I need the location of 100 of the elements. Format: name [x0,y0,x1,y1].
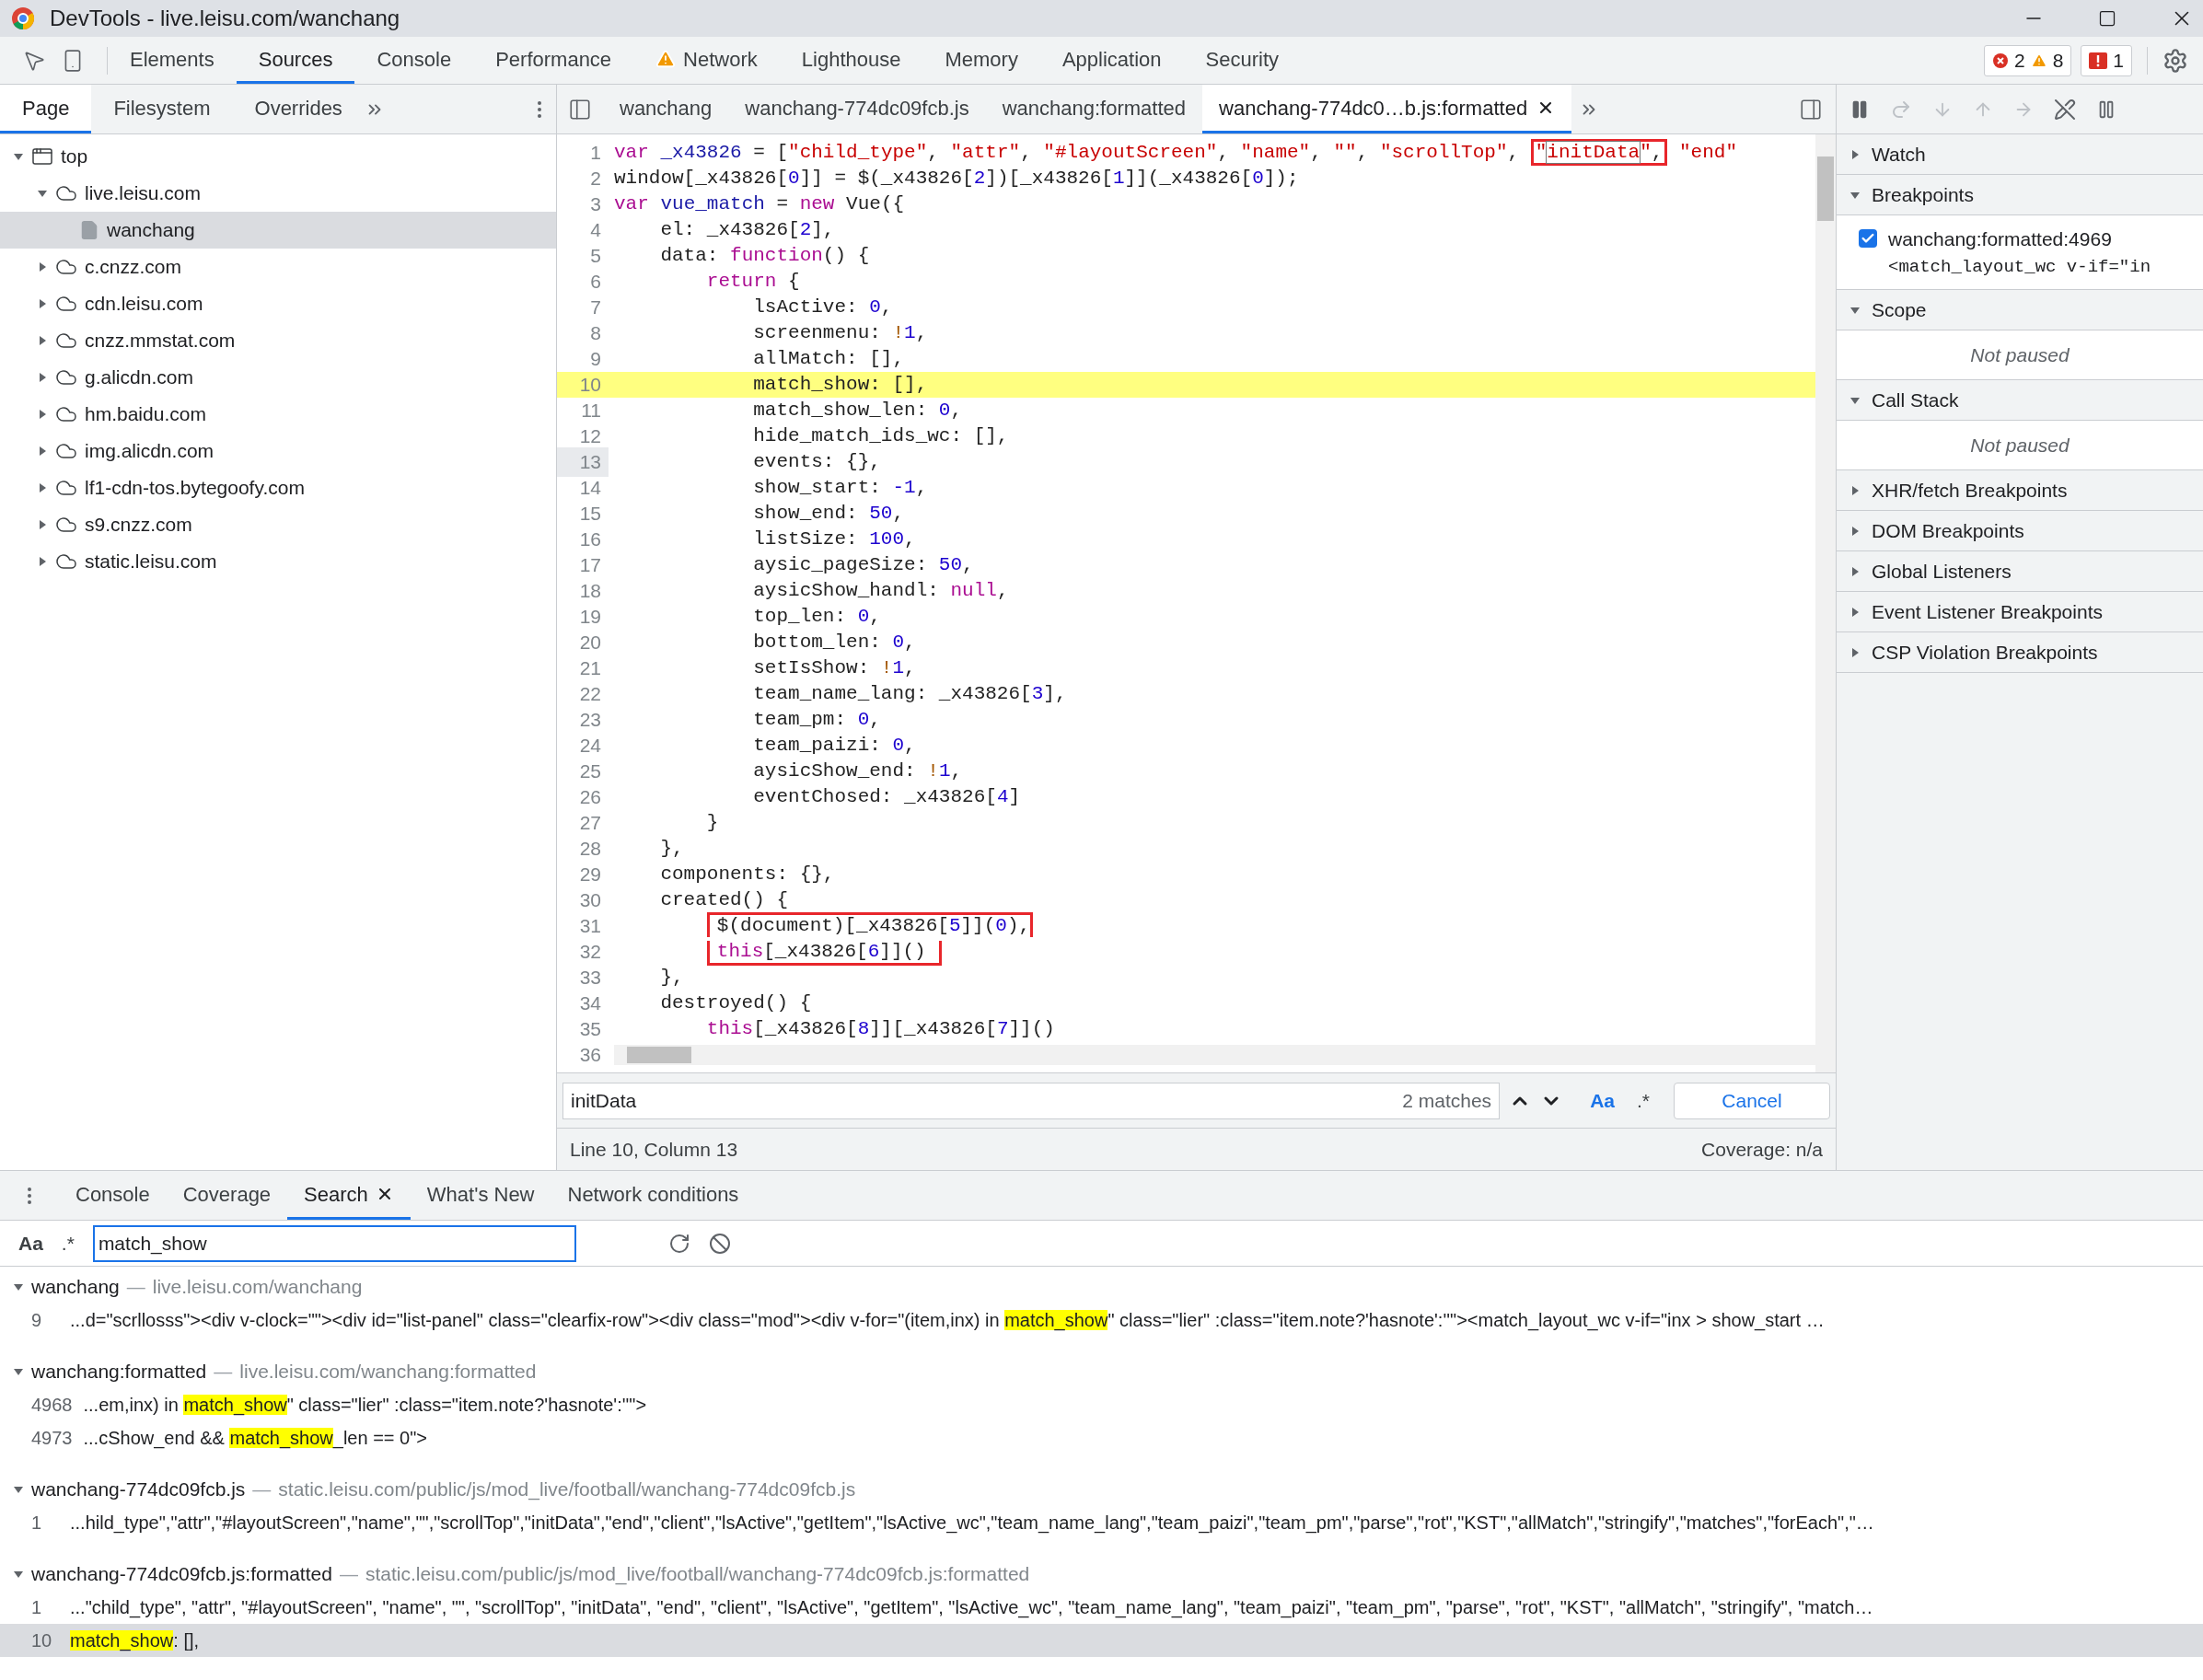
collapsed-arrow-icon[interactable] [1849,484,1861,496]
tree-item[interactable]: static.leisu.com [0,543,556,580]
tree-item[interactable]: g.alicdn.com [0,359,556,396]
file-tab[interactable]: wanchang-774dc0…b.js:formatted [1202,85,1572,133]
expanded-arrow-icon[interactable] [13,1569,24,1580]
maximize-icon[interactable] [2098,9,2116,28]
panel-tab[interactable]: Console [354,37,474,84]
vertical-scrollbar[interactable] [1815,134,1836,1072]
collapsed-arrow-icon[interactable] [37,409,48,420]
collapsed-arrow-icon[interactable] [37,446,48,457]
tree-item[interactable]: cnzz.mmstat.com [0,322,556,359]
code-line: destroyed() { [659,992,812,1014]
panel-tab[interactable]: Network [633,37,780,84]
expanded-arrow-icon[interactable] [13,151,24,162]
navigator-tab[interactable]: Page [0,85,92,133]
expanded-arrow-icon[interactable] [13,1366,24,1377]
line-number: 17 [578,553,602,578]
code-line: lsActive: 0, [752,296,893,319]
breakpoint-checkbox[interactable] [1859,229,1877,248]
settings-icon[interactable] [2162,47,2188,74]
drawer-tab[interactable]: Search [287,1171,411,1220]
deactivate-breakpoints-icon[interactable] [2054,98,2076,121]
issues-counter[interactable]: 1 [2081,44,2132,76]
tree-item[interactable]: lf1-cdn-tos.bytegoofy.com [0,469,556,506]
collapsed-arrow-icon[interactable] [37,261,48,272]
file-tab[interactable]: wanchang [603,85,729,133]
collapsed-arrow-icon[interactable] [1849,606,1861,618]
horizontal-scrollbar[interactable] [614,1045,1815,1065]
annotation-box: $(document)[_x43826[5]](0), [706,912,1034,938]
collapsed-arrow-icon[interactable] [37,556,48,567]
expanded-arrow-icon[interactable] [37,188,48,199]
tree-item[interactable]: img.alicdn.com [0,433,556,469]
panel-tab[interactable]: Lighthouse [779,37,923,84]
match-count: 2 matches [1402,1088,1492,1113]
code-line: screenmenu: !1, [752,322,928,344]
drawer-tab[interactable]: Console [59,1171,167,1220]
code-line: match_show: [], [752,374,928,396]
tree-item[interactable]: top [0,138,556,175]
file-tab[interactable]: wanchang:formatted [985,85,1203,133]
line-number: 20 [578,631,602,655]
issue-count: 1 [2113,48,2124,73]
match-case-toggle[interactable]: Aa [18,1228,43,1258]
clear-icon[interactable] [708,1232,731,1255]
tree-item[interactable]: live.leisu.com [0,175,556,212]
line-number: 33 [578,966,602,991]
drawer-tab[interactable]: Coverage [166,1171,288,1220]
drawer-tab[interactable]: What's New [410,1171,551,1220]
line-number: 25 [578,759,602,784]
collapsed-arrow-icon[interactable] [37,298,48,309]
result-file-header[interactable]: wanchang:formatted — live.leisu.com/wanchang:formatted [0,1355,2203,1388]
regex-toggle[interactable]: .* [61,1228,75,1258]
tree-item[interactable]: hm.baidu.com [0,396,556,433]
line-number: 22 [578,682,602,707]
panel-tab[interactable]: Elements [108,37,237,84]
issue-counter[interactable]: 2 8 [1983,44,2072,76]
collapsed-arrow-icon[interactable] [37,519,48,530]
line-number: 4968 [31,1394,73,1417]
find-field[interactable]: initData 2 matches [562,1082,1501,1119]
tree-item[interactable]: wanchang [0,212,556,249]
code-line: "end" [1678,142,1737,164]
search-result[interactable]: 4968 ...em,inx) in match_show" class="lier" :class="item.note?'hasnote':''"> [0,1388,2203,1421]
result-file-header[interactable]: wanchang — live.leisu.com/wanchang [0,1270,2203,1303]
expanded-arrow-icon[interactable] [13,1281,24,1292]
cancel-button[interactable]: Cancel [1674,1082,1830,1119]
collapsed-arrow-icon[interactable] [1849,646,1861,658]
collapsed-arrow-icon[interactable] [37,335,48,346]
drawer-tab[interactable]: Network conditions [551,1171,756,1220]
result-file-header[interactable]: wanchang-774dc09fcb.js:formatted — static.leisu.com/public/js/mod_live/football/wanchang-774dc09fcb.js:formatted [0,1558,2203,1591]
search-field[interactable]: match_show [92,1224,576,1262]
collapsed-arrow-icon[interactable] [1849,565,1861,577]
line-number: 1 [31,1596,43,1619]
expanded-arrow-icon[interactable] [13,1484,24,1495]
breakpoint-location[interactable]: wanchang:formatted:4969 [1888,225,2151,254]
collapsed-arrow-icon[interactable] [1849,148,1861,160]
tree-item[interactable]: c.cnzz.com [0,249,556,285]
collapsed-arrow-icon[interactable] [1849,525,1861,537]
file-tab[interactable]: wanchang-774dc09fcb.js [728,85,986,133]
collapsed-arrow-icon[interactable] [37,372,48,383]
tree-item[interactable]: s9.cnzz.com [0,506,556,543]
panel-tab[interactable]: Performance [473,37,634,84]
result-file-header[interactable]: wanchang-774dc09fcb.js — static.leisu.com/public/js/mod_live/football/wanchang-774dc09fcb.js [0,1473,2203,1506]
toggle-navigator-icon[interactable] [568,97,592,122]
panel-tab[interactable]: Application [1039,37,1184,84]
panel-tab[interactable]: Security [1183,37,1302,84]
collapsed-arrow-icon[interactable] [37,482,48,493]
search-result[interactable]: 10 match_show: [], [0,1624,2203,1657]
navigator-tab[interactable]: Filesystem [91,85,233,133]
toggle-debugger-icon[interactable] [1799,97,1823,122]
panel-tab[interactable]: Memory [922,37,1040,84]
code-line: bottom_len: 0, [752,631,916,654]
tree-item[interactable]: cdn.leisu.com [0,285,556,322]
regex-toggle[interactable]: .* [1637,1085,1650,1116]
refresh-icon[interactable] [667,1232,690,1255]
code-line: events: {}, [752,451,881,473]
line-number: 36 [578,1043,602,1068]
match-case-toggle[interactable]: Aa [1590,1085,1615,1116]
navigator-tab[interactable]: Overrides [232,85,365,133]
code-line: } [705,812,719,834]
browser-logo-icon [11,6,35,30]
line-number: 10 [578,373,602,398]
